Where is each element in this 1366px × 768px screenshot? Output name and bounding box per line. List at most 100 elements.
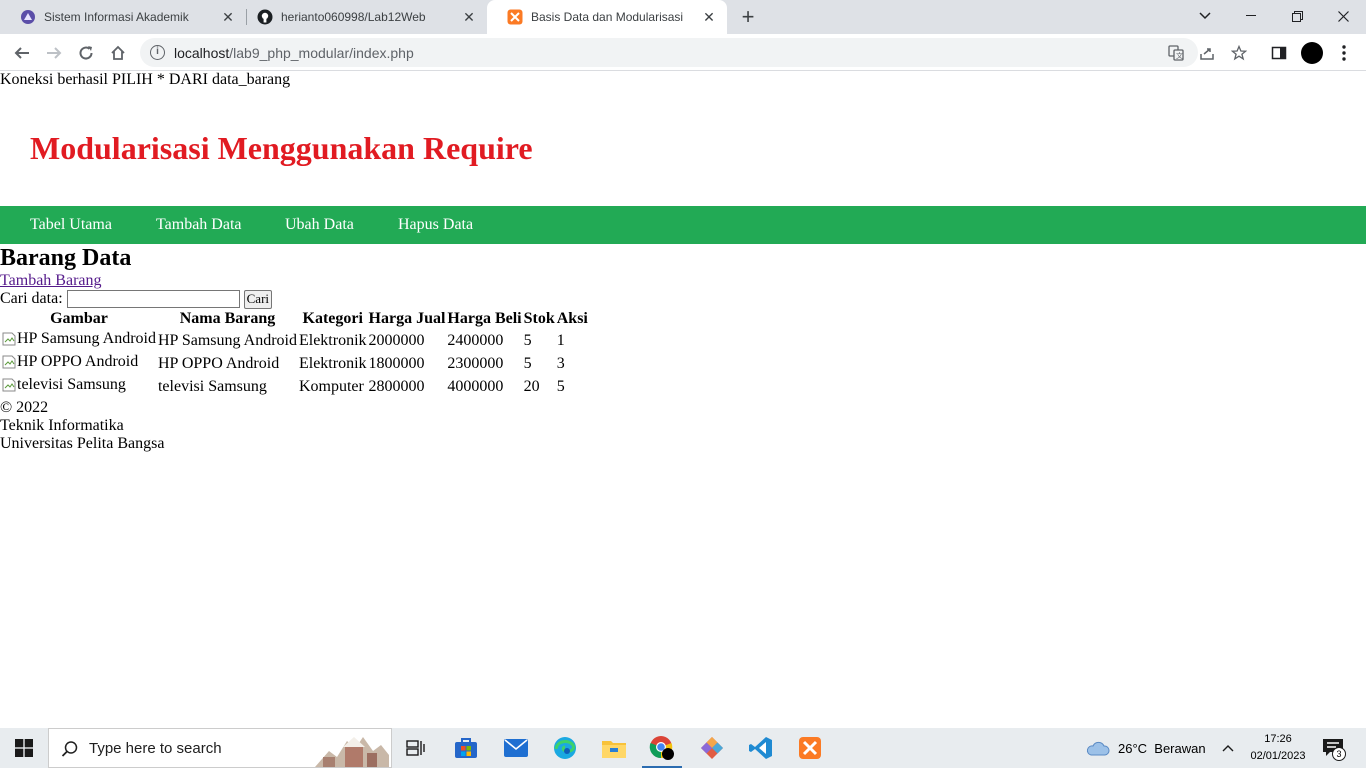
tab-sistem-informasi[interactable]: Sistem Informasi Akademik ✕ <box>0 0 246 34</box>
page-footer: © 2022 Teknik Informatika Universitas Pe… <box>0 399 590 453</box>
close-icon[interactable]: ✕ <box>220 9 236 25</box>
search-button[interactable]: Cari <box>243 289 273 309</box>
web-page: Koneksi berhasil PILIH * DARI data_baran… <box>0 71 1366 728</box>
cell-kategori: Komputer <box>298 377 364 395</box>
cell-kategori: Elektronik <box>298 354 367 372</box>
taskbar-search-box[interactable]: Type here to search <box>48 728 392 768</box>
column-header: Kategori <box>302 310 363 327</box>
tab-title: herianto060998/Lab12Web <box>281 10 426 24</box>
side-panel-icon[interactable] <box>1265 39 1293 67</box>
cell-stok: 5 <box>523 331 532 349</box>
github-icon <box>257 9 273 25</box>
cell-harga-beli: 4000000 <box>447 377 504 395</box>
browser-toolbar: i localhost/lab9_php_modular/index.php 文 <box>0 34 1366 71</box>
table-header-row: Gambar Nama Barang Kategori Harga Jual H… <box>2 310 588 328</box>
product-image: HP Samsung Android <box>2 330 156 351</box>
footer-line2: Universitas Pelita Bangsa <box>0 435 165 452</box>
cloud-icon <box>1086 740 1110 756</box>
back-icon[interactable] <box>8 39 36 67</box>
translate-icon[interactable]: 文 <box>1167 44 1185 62</box>
taskbar: Type here to search 26°C Berawan 17:26 0… <box>0 728 1366 768</box>
nav-ubah-data[interactable]: Ubah Data <box>285 206 354 244</box>
barang-table: Gambar Nama Barang Kategori Harga Jual H… <box>0 308 590 399</box>
mail-icon[interactable] <box>492 728 540 768</box>
new-tab-button[interactable]: + <box>736 6 760 30</box>
broken-image-icon <box>2 332 16 346</box>
cell-aksi: 3 <box>556 354 565 372</box>
page-heading: Barang Data <box>0 245 132 271</box>
xampp-taskbar-icon[interactable] <box>786 728 834 768</box>
weather-text: 26°C Berawan <box>1118 740 1206 756</box>
clock-time: 17:26 <box>1264 733 1292 745</box>
connection-message: Koneksi berhasil PILIH * DARI data_baran… <box>0 71 291 88</box>
image-alt-text: HP OPPO Android <box>17 353 139 370</box>
footer-line1: Teknik Informatika <box>0 417 124 434</box>
svg-text:文: 文 <box>1176 51 1183 60</box>
cell-aksi: 1 <box>556 331 565 349</box>
microsoft-store-icon[interactable] <box>442 728 490 768</box>
address-bar[interactable]: i localhost/lab9_php_modular/index.php 文 <box>140 38 1247 67</box>
table-row: televisi Samsung televisi Samsung Komput… <box>2 376 588 397</box>
nav-tabel-utama[interactable]: Tabel Utama <box>30 206 112 244</box>
forward-icon[interactable] <box>40 39 68 67</box>
windows-start-icon[interactable] <box>0 728 48 768</box>
search-input[interactable] <box>66 290 240 308</box>
product-image: televisi Samsung <box>2 376 156 397</box>
git-kraken-icon[interactable] <box>688 728 736 768</box>
task-view-icon[interactable] <box>392 728 440 768</box>
restore-button[interactable] <box>1274 0 1320 32</box>
image-alt-text: televisi Samsung <box>17 376 126 393</box>
chrome-icon[interactable] <box>638 728 686 768</box>
cell-harga-jual: 1800000 <box>368 354 425 372</box>
cell-harga-jual: 2800000 <box>368 377 425 395</box>
system-clock[interactable]: 17:26 02/01/2023 <box>1242 731 1314 765</box>
file-explorer-icon[interactable] <box>590 728 638 768</box>
reload-icon[interactable] <box>72 39 100 67</box>
vscode-icon[interactable] <box>737 728 785 768</box>
cell-harga-beli: 2400000 <box>447 331 504 349</box>
broken-image-icon <box>2 378 16 392</box>
tab-basis-data[interactable]: Basis Data dan Modularisasi ✕ <box>487 0 727 34</box>
tab-strip: Sistem Informasi Akademik ✕ herianto0609… <box>0 0 1366 34</box>
menu-kebab-icon[interactable] <box>1330 39 1358 67</box>
nav-hapus-data[interactable]: Hapus Data <box>398 206 473 244</box>
home-icon[interactable] <box>104 39 132 67</box>
xampp-icon <box>507 9 523 25</box>
edge-icon[interactable] <box>541 728 589 768</box>
tambah-barang-link[interactable]: Tambah Barang <box>0 271 590 290</box>
site-title: Modularisasi Menggunakan Require <box>30 130 533 166</box>
tab-search-chevron-icon[interactable] <box>1182 0 1228 32</box>
close-window-button[interactable] <box>1320 0 1366 32</box>
cell-nama: HP OPPO Android <box>157 354 280 372</box>
search-highlight-illustration <box>315 731 389 768</box>
bookmark-star-icon[interactable] <box>1230 44 1248 62</box>
url-text[interactable]: localhost/lab9_php_modular/index.php <box>174 45 414 61</box>
tab-title: Basis Data dan Modularisasi <box>531 10 684 24</box>
column-header: Nama Barang <box>179 310 276 327</box>
search-label: Cari data: <box>0 290 63 307</box>
main-content: Barang Data Tambah Barang Cari data: Car… <box>0 245 590 453</box>
tab-github[interactable]: herianto060998/Lab12Web ✕ <box>237 0 487 34</box>
main-nav: Tabel Utama Tambah Data Ubah Data Hapus … <box>0 206 1366 244</box>
site-info-icon[interactable]: i <box>150 45 165 60</box>
share-icon[interactable] <box>1198 44 1216 62</box>
table-row: HP Samsung Android HP Samsung Android El… <box>2 330 588 351</box>
url-host: localhost <box>174 45 230 61</box>
profile-avatar[interactable] <box>1298 39 1326 67</box>
university-icon <box>20 9 36 25</box>
footer-copyright: © 2022 <box>0 399 49 416</box>
cell-harga-jual: 2000000 <box>368 331 425 349</box>
close-icon[interactable]: ✕ <box>461 9 477 25</box>
notification-center-icon[interactable]: 3 <box>1322 728 1348 768</box>
cell-kategori: Elektronik <box>298 331 367 349</box>
show-hidden-icons-chevron-icon[interactable] <box>1222 728 1234 768</box>
cell-nama: televisi Samsung <box>157 377 267 395</box>
product-image: HP OPPO Android <box>2 353 156 374</box>
cell-aksi: 5 <box>556 377 565 395</box>
nav-tambah-data[interactable]: Tambah Data <box>156 206 242 244</box>
minimize-button[interactable] <box>1228 0 1274 32</box>
table-row: HP OPPO Android HP OPPO Android Elektron… <box>2 353 588 374</box>
cell-stok: 20 <box>523 377 540 395</box>
weather-widget[interactable]: 26°C Berawan <box>1086 728 1206 768</box>
close-icon[interactable]: ✕ <box>701 9 717 25</box>
